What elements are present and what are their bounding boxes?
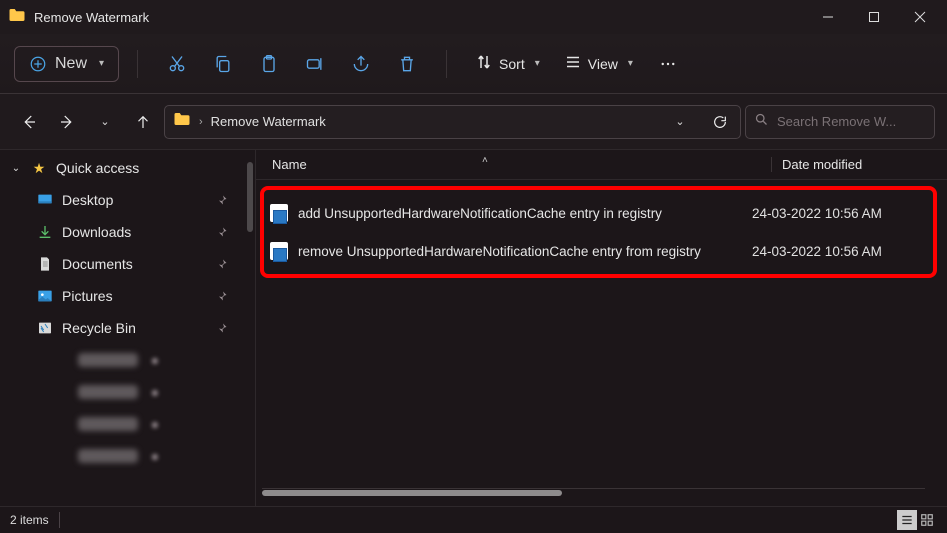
document-icon xyxy=(36,256,54,272)
file-date: 24-03-2022 10:56 AM xyxy=(752,244,927,259)
search-placeholder: Search Remove W... xyxy=(777,114,896,129)
view-thumbnails-button[interactable] xyxy=(917,510,937,530)
chevron-down-icon: ▾ xyxy=(535,58,540,69)
separator xyxy=(59,512,60,528)
recycle-bin-icon xyxy=(36,320,54,336)
sidebar-item-desktop[interactable]: Desktop xyxy=(0,184,255,216)
pin-icon xyxy=(213,319,231,337)
view-button[interactable]: View ▾ xyxy=(554,45,643,82)
pin-icon: ● xyxy=(146,415,164,433)
sidebar-item-pictures[interactable]: Pictures xyxy=(0,280,255,312)
sidebar-item-label: Desktop xyxy=(62,192,205,208)
view-label: View xyxy=(588,56,618,72)
pin-icon: ● xyxy=(146,351,164,369)
separator xyxy=(446,50,447,78)
sidebar-item-downloads[interactable]: Downloads xyxy=(0,216,255,248)
share-icon[interactable] xyxy=(340,46,382,82)
forward-button[interactable] xyxy=(50,102,84,142)
sidebar-item-recycle-bin[interactable]: Recycle Bin xyxy=(0,312,255,344)
sidebar-item-redacted[interactable]: ● xyxy=(0,440,255,472)
address-bar[interactable]: › Remove Watermark ⌄ xyxy=(164,105,741,139)
status-bar: 2 items xyxy=(0,506,947,533)
status-item-count: 2 items xyxy=(10,513,49,527)
copy-icon[interactable] xyxy=(202,46,244,82)
window-title: Remove Watermark xyxy=(34,10,149,25)
pin-icon xyxy=(213,255,231,273)
column-header-row: Name ˄ Date modified xyxy=(256,150,947,180)
back-button[interactable] xyxy=(12,102,46,142)
desktop-icon xyxy=(36,192,54,208)
more-button[interactable] xyxy=(647,46,689,82)
new-button-label: New xyxy=(55,55,87,73)
sidebar: ⌄ ★ Quick access Desktop Downloads Docum… xyxy=(0,150,256,506)
paste-icon[interactable] xyxy=(248,46,290,82)
horizontal-scrollbar[interactable] xyxy=(262,488,925,496)
up-button[interactable] xyxy=(126,102,160,142)
rename-icon[interactable] xyxy=(294,46,336,82)
sidebar-item-label: Downloads xyxy=(62,224,205,240)
sort-indicator-icon: ˄ xyxy=(482,155,488,166)
plus-circle-icon xyxy=(29,55,47,73)
maximize-button[interactable] xyxy=(851,0,897,34)
chevron-right-icon: › xyxy=(199,116,203,128)
pin-icon xyxy=(213,223,231,241)
file-name: add UnsupportedHardwareNotificationCache… xyxy=(298,206,662,221)
cut-icon[interactable] xyxy=(156,46,198,82)
pin-icon xyxy=(213,191,231,209)
folder-icon xyxy=(173,110,191,133)
list-icon xyxy=(564,53,582,74)
sidebar-item-redacted[interactable]: ● xyxy=(0,376,255,408)
search-input[interactable]: Search Remove W... xyxy=(745,105,935,139)
chevron-down-icon: ▾ xyxy=(628,58,633,69)
download-icon xyxy=(36,224,54,240)
sidebar-item-label: Quick access xyxy=(56,160,245,176)
sidebar-item-label: Documents xyxy=(62,256,205,272)
separator xyxy=(137,50,138,78)
reg-file-icon xyxy=(270,242,288,260)
breadcrumb-segment[interactable]: Remove Watermark xyxy=(211,114,326,129)
toolbar: New ▾ Sort ▾ View ▾ xyxy=(0,34,947,94)
sort-icon xyxy=(475,53,493,74)
star-icon: ★ xyxy=(30,160,48,177)
refresh-button[interactable] xyxy=(704,106,736,138)
folder-icon xyxy=(8,6,26,29)
highlight-annotation: add UnsupportedHardwareNotificationCache… xyxy=(260,186,937,278)
close-button[interactable] xyxy=(897,0,943,34)
column-header-name[interactable]: Name ˄ xyxy=(272,157,763,172)
file-list: Name ˄ Date modified add UnsupportedHard… xyxy=(256,150,947,506)
pin-icon xyxy=(213,287,231,305)
sidebar-item-label: Pictures xyxy=(62,288,205,304)
new-button[interactable]: New ▾ xyxy=(14,46,119,82)
file-row[interactable]: add UnsupportedHardwareNotificationCache… xyxy=(270,194,927,232)
pictures-icon xyxy=(36,288,54,304)
sidebar-item-quick-access[interactable]: ⌄ ★ Quick access xyxy=(0,152,255,184)
file-name: remove UnsupportedHardwareNotificationCa… xyxy=(298,244,701,259)
sidebar-item-label: Recycle Bin xyxy=(62,320,205,336)
file-row[interactable]: remove UnsupportedHardwareNotificationCa… xyxy=(270,232,927,270)
pin-icon: ● xyxy=(146,383,164,401)
chevron-down-icon: ▾ xyxy=(99,58,104,69)
search-icon xyxy=(754,112,769,132)
sidebar-item-documents[interactable]: Documents xyxy=(0,248,255,280)
nav-bar: ⌄ › Remove Watermark ⌄ Search Remove W..… xyxy=(0,94,947,150)
sort-button[interactable]: Sort ▾ xyxy=(465,45,550,82)
reg-file-icon xyxy=(270,204,288,222)
address-dropdown[interactable]: ⌄ xyxy=(664,106,696,138)
sort-label: Sort xyxy=(499,56,525,72)
sidebar-item-redacted[interactable]: ● xyxy=(0,344,255,376)
recent-locations-button[interactable]: ⌄ xyxy=(88,102,122,142)
delete-icon[interactable] xyxy=(386,46,428,82)
pin-icon: ● xyxy=(146,447,164,465)
minimize-button[interactable] xyxy=(805,0,851,34)
sidebar-item-redacted[interactable]: ● xyxy=(0,408,255,440)
view-details-button[interactable] xyxy=(897,510,917,530)
chevron-down-icon: ⌄ xyxy=(10,163,22,174)
file-date: 24-03-2022 10:56 AM xyxy=(752,206,927,221)
column-header-date[interactable]: Date modified xyxy=(771,157,931,172)
